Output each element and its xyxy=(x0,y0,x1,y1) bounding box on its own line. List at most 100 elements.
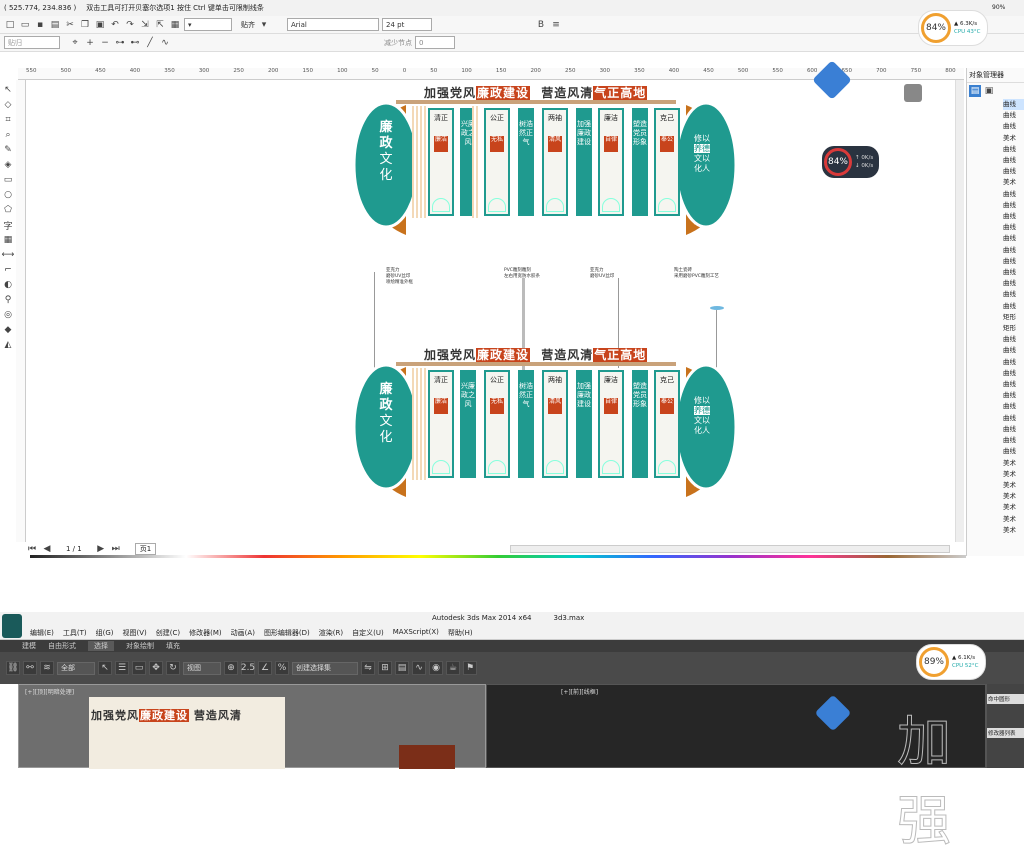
delete-node-icon[interactable]: − xyxy=(99,37,111,49)
object-list-item[interactable]: 美术 xyxy=(1003,502,1024,513)
ribbon-tab[interactable]: 建模 xyxy=(22,641,36,651)
cut-icon[interactable]: ✂ xyxy=(64,19,76,31)
polygon-tool-icon[interactable]: ⬠ xyxy=(2,204,14,216)
object-list-item[interactable]: 美术 xyxy=(1003,480,1024,491)
link-icon[interactable]: ⛓ xyxy=(6,661,20,675)
object-list-item[interactable]: 矩形 xyxy=(1003,323,1024,334)
object-list-item[interactable]: 曲线 xyxy=(1003,301,1024,312)
zoom-tool-icon[interactable]: ⌕ xyxy=(2,129,14,141)
move-icon[interactable]: ✥ xyxy=(149,661,163,675)
interactive-fill-icon[interactable]: ◭ xyxy=(2,339,14,351)
vertical-scrollbar[interactable] xyxy=(955,80,964,542)
dimension-tool-icon[interactable]: ⟷ xyxy=(2,249,15,261)
menu-item[interactable]: MAXScript(X) xyxy=(393,628,439,638)
object-list-item[interactable]: 曲线 xyxy=(1003,99,1024,111)
object-list-item[interactable]: 曲线 xyxy=(1003,144,1024,155)
menu-item[interactable]: 渲染(R) xyxy=(319,628,343,638)
render-setup-icon[interactable]: ☕ xyxy=(446,661,460,675)
network-widget-small[interactable]: 84% ↑ 0K/s ↓ 0K/s xyxy=(822,146,880,178)
app-launcher-icon[interactable]: ▦ xyxy=(169,19,181,31)
align-icon[interactable]: ≡ xyxy=(550,19,562,31)
material-editor-icon[interactable]: ◉ xyxy=(429,661,443,675)
named-selection-dropdown[interactable]: 创建选择集 xyxy=(292,661,358,675)
percent-snap-icon[interactable]: % xyxy=(275,661,289,675)
object-list-item[interactable]: 曲线 xyxy=(1003,267,1024,278)
menu-item[interactable]: 图形编辑器(D) xyxy=(264,628,310,638)
preset-dropdown[interactable]: 贴归 xyxy=(4,36,60,49)
reduce-nodes-field[interactable]: 0 xyxy=(415,36,455,49)
object-list-item[interactable]: 曲线 xyxy=(1003,222,1024,233)
menu-item[interactable]: 修改器(M) xyxy=(189,628,222,638)
viewport-label[interactable]: [+][前][线框] xyxy=(561,687,598,696)
prev-page-icon[interactable]: ◀ xyxy=(41,543,53,555)
snap-dropdown-icon[interactable]: ▾ xyxy=(258,19,270,31)
selection-filter-dropdown[interactable]: 全部 xyxy=(57,661,95,675)
object-list-item[interactable]: 曲线 xyxy=(1003,345,1024,356)
object-list-item[interactable]: 曲线 xyxy=(1003,357,1024,368)
crop-tool-icon[interactable]: ⌗ xyxy=(2,114,14,126)
add-node-icon[interactable]: + xyxy=(84,37,96,49)
node-tool-icon[interactable]: ⌖ xyxy=(69,37,81,49)
ribbon-tab[interactable]: 选择 xyxy=(88,641,114,651)
snap-label[interactable]: 贴齐 xyxy=(241,20,255,30)
table-tool-icon[interactable]: ▦ xyxy=(2,234,14,246)
object-list-item[interactable]: 美术 xyxy=(1003,133,1024,144)
object-list-item[interactable]: 曲线 xyxy=(1003,200,1024,211)
object-list-item[interactable]: 曲线 xyxy=(1003,278,1024,289)
page-tab[interactable]: 页1 xyxy=(134,543,157,555)
object-list-item[interactable]: 曲线 xyxy=(1003,446,1024,457)
next-page-icon[interactable]: ▶ xyxy=(95,543,107,555)
bold-icon[interactable]: B xyxy=(535,19,547,31)
horizontal-scrollbar[interactable] xyxy=(510,545,950,553)
to-curve-icon[interactable]: ∿ xyxy=(159,37,171,49)
fill-tool-icon[interactable]: ◆ xyxy=(2,324,14,336)
object-list-item[interactable]: 美术 xyxy=(1003,514,1024,525)
paste-icon[interactable]: ▣ xyxy=(94,19,106,31)
menu-item[interactable]: 帮助(H) xyxy=(448,628,473,638)
render-icon[interactable]: ⚑ xyxy=(463,661,477,675)
connector-tool-icon[interactable]: ⌐ xyxy=(2,264,14,276)
viewport-top[interactable]: [+][顶][明暗处理] 加强党风廉政建设 营造风清 xyxy=(18,684,529,769)
print-icon[interactable]: ▤ xyxy=(49,19,61,31)
rectangle-tool-icon[interactable]: ▭ xyxy=(2,174,14,186)
bind-spacewarp-icon[interactable]: ≋ xyxy=(40,661,54,675)
save-icon[interactable]: ▪ xyxy=(34,19,46,31)
rotate-icon[interactable]: ↻ xyxy=(166,661,180,675)
object-list-item[interactable]: 美术 xyxy=(1003,525,1024,536)
font-size-dropdown[interactable]: 24 pt xyxy=(382,18,432,31)
menu-item[interactable]: 视图(V) xyxy=(123,628,147,638)
new-file-icon[interactable]: □ xyxy=(4,19,16,31)
object-list-item[interactable]: 曲线 xyxy=(1003,211,1024,222)
smart-fill-icon[interactable]: ◈ xyxy=(2,159,14,171)
object-list-item[interactable]: 曲线 xyxy=(1003,334,1024,345)
menu-item[interactable]: 编辑(E) xyxy=(30,628,54,638)
layer-manager-icon[interactable]: ▤ xyxy=(395,661,409,675)
outline-tool-icon[interactable]: ◎ xyxy=(2,309,14,321)
zoom-level-field[interactable]: ▾ xyxy=(184,18,232,31)
select-by-name-icon[interactable]: ☰ xyxy=(115,661,129,675)
copy-icon[interactable]: ❐ xyxy=(79,19,91,31)
object-list-item[interactable]: 美术 xyxy=(1003,491,1024,502)
viewport-front[interactable]: [+][前][线框] 加强 xyxy=(486,684,986,853)
pivot-icon[interactable]: ⊕ xyxy=(224,661,238,675)
export-icon[interactable]: ⇱ xyxy=(154,19,166,31)
object-list-item[interactable]: 美术 xyxy=(1003,177,1024,188)
text-tool-icon[interactable]: 字 xyxy=(2,219,14,232)
ribbon-tab[interactable]: 填充 xyxy=(166,641,180,651)
curve-editor-icon[interactable]: ∿ xyxy=(412,661,426,675)
object-properties-icon[interactable]: ▣ xyxy=(983,85,995,97)
open-folder-icon[interactable]: ▭ xyxy=(19,19,31,31)
object-list-item[interactable]: 曲线 xyxy=(1003,110,1024,121)
eyedropper-tool-icon[interactable]: ⚲ xyxy=(2,294,14,306)
object-list-item[interactable]: 美术 xyxy=(1003,469,1024,480)
join-nodes-icon[interactable]: ⊶ xyxy=(114,37,126,49)
ellipse-tool-icon[interactable]: ○ xyxy=(2,189,14,201)
system-monitor-widget[interactable]: 84% ▲ 6.3K/s CPU 43°C xyxy=(918,10,988,46)
shape-tool-icon[interactable]: ◇ xyxy=(2,99,14,111)
object-list-item[interactable]: 曲线 xyxy=(1003,424,1024,435)
to-line-icon[interactable]: ╱ xyxy=(144,37,156,49)
unlink-icon[interactable]: ⚯ xyxy=(23,661,37,675)
font-name-dropdown[interactable]: Arial xyxy=(287,18,379,31)
object-list-item[interactable]: 曲线 xyxy=(1003,413,1024,424)
object-list-item[interactable]: 曲线 xyxy=(1003,435,1024,446)
